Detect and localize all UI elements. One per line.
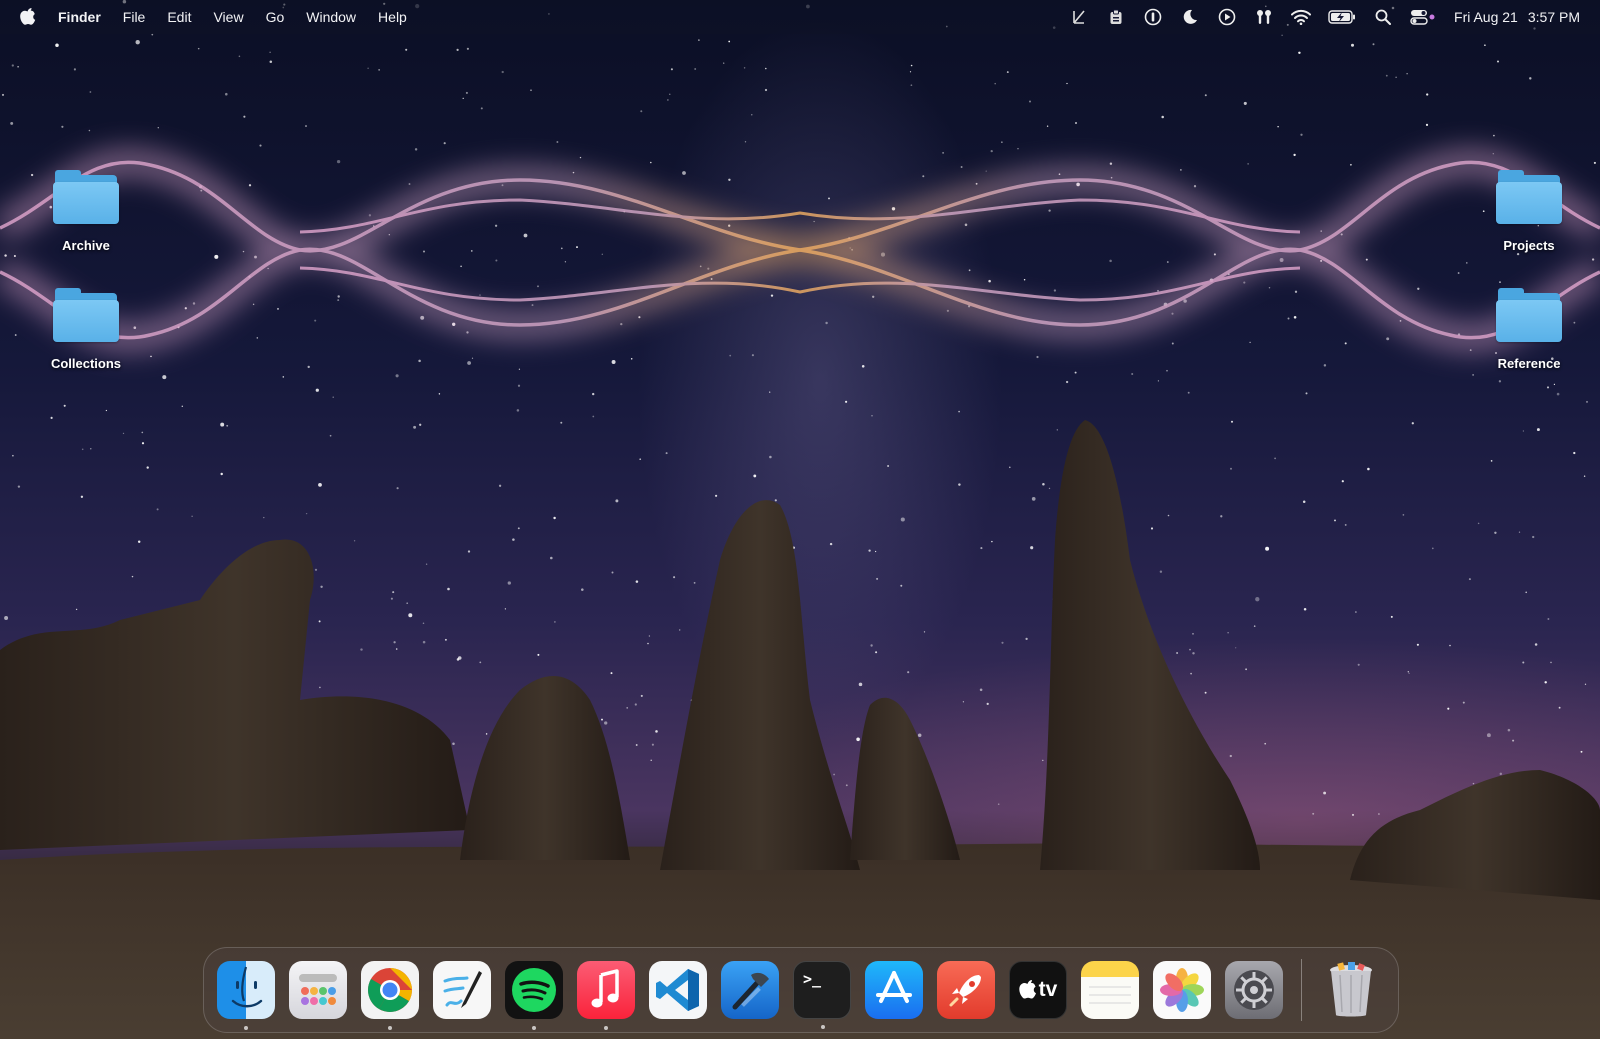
finder-icon[interactable]: [217, 961, 275, 1030]
clipboard-icon[interactable]: [1106, 7, 1126, 27]
folder-icon: [53, 288, 119, 342]
battery-charging-icon[interactable]: [1328, 7, 1356, 27]
desktop-icon-label: Archive: [62, 238, 110, 253]
vscode-icon[interactable]: [649, 961, 707, 1019]
desktop-icon-label: Projects: [1503, 238, 1555, 253]
chrome-icon[interactable]: [361, 961, 419, 1030]
spotlight-search-icon[interactable]: [1373, 7, 1393, 27]
folder-icon: [53, 170, 119, 224]
xcode-icon[interactable]: [721, 961, 779, 1019]
desktop-folder-collections[interactable]: Collections: [31, 288, 141, 371]
freeform-icon[interactable]: [433, 961, 491, 1019]
dock: >_ tv: [203, 947, 1399, 1033]
desktop-icon-label: Reference: [1497, 356, 1561, 371]
menu-bar-clock[interactable]: Fri Aug 21 3:57 PM: [1454, 9, 1580, 25]
wifi-icon[interactable]: [1291, 7, 1312, 27]
control-center-icon[interactable]: [1410, 7, 1436, 27]
menu-bar-left: Finder File Edit View Go Window Help: [0, 0, 429, 34]
menu-help[interactable]: Help: [378, 9, 407, 25]
desktop-icon-label: Collections: [50, 356, 122, 371]
password-manager-icon[interactable]: [1143, 7, 1163, 27]
folder-icon: [1496, 170, 1562, 224]
terminal-prompt-glyph: >_: [803, 970, 822, 988]
rocket-icon[interactable]: [937, 961, 995, 1019]
music-icon[interactable]: [577, 961, 635, 1030]
menu-edit[interactable]: Edit: [167, 9, 191, 25]
menu-file[interactable]: File: [123, 9, 146, 25]
folder-icon: [1496, 288, 1562, 342]
play-circle-icon[interactable]: [1217, 7, 1237, 27]
focus-moon-icon[interactable]: [1180, 7, 1200, 27]
keystroke-icon[interactable]: [1069, 7, 1089, 27]
menu-app-name[interactable]: Finder: [58, 9, 101, 25]
airpods-icon[interactable]: [1254, 7, 1274, 27]
desktop-folder-reference[interactable]: Reference: [1474, 288, 1584, 371]
menu-bar: Finder File Edit View Go Window Help Fri…: [0, 0, 1600, 34]
trash-icon[interactable]: [1322, 961, 1380, 1019]
dock-separator: [1301, 959, 1302, 1021]
clock-date: Fri Aug 21: [1454, 9, 1518, 25]
apple-logo-icon[interactable]: [20, 8, 36, 26]
photos-icon[interactable]: [1153, 961, 1211, 1019]
app-store-icon[interactable]: [865, 961, 923, 1019]
apple-tv-label: tv: [1038, 978, 1058, 1001]
desktop-folder-archive[interactable]: Archive: [31, 170, 141, 253]
menu-go[interactable]: Go: [266, 9, 285, 25]
system-settings-icon[interactable]: [1225, 961, 1283, 1019]
clock-time: 3:57 PM: [1527, 9, 1580, 25]
terminal-icon[interactable]: >_: [793, 961, 851, 1029]
spotify-icon[interactable]: [505, 961, 563, 1030]
desktop-folder-projects[interactable]: Projects: [1474, 170, 1584, 253]
menu-bar-status: Fri Aug 21 3:57 PM: [1052, 0, 1600, 34]
menu-window[interactable]: Window: [306, 9, 356, 25]
apple-tv-icon[interactable]: tv: [1009, 961, 1067, 1019]
notes-icon[interactable]: [1081, 961, 1139, 1019]
wallpaper-rock-formations: [0, 420, 1600, 1039]
menu-view[interactable]: View: [213, 9, 243, 25]
launchpad-icon[interactable]: [289, 961, 347, 1019]
